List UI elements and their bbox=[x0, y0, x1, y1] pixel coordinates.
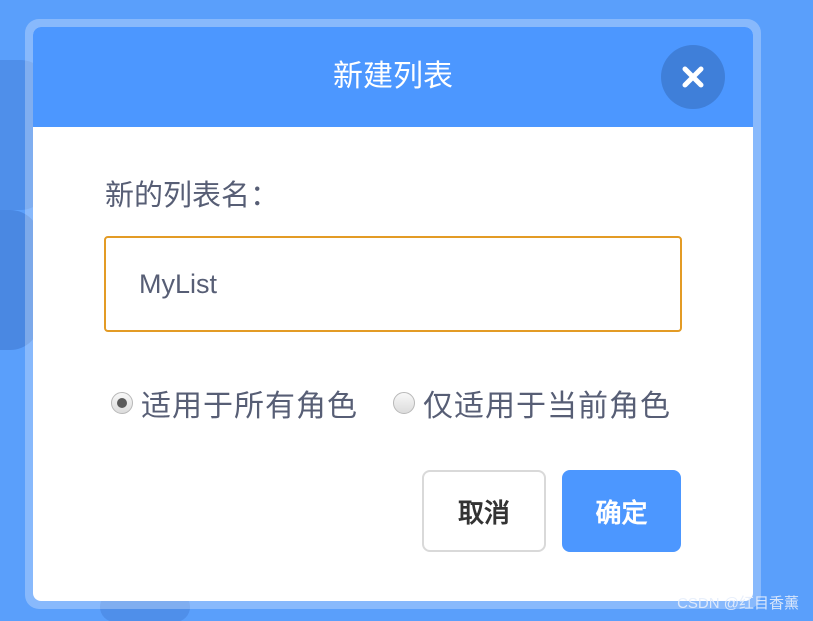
close-button[interactable] bbox=[661, 45, 725, 109]
radio-label-this-sprite: 仅适用于当前角色 bbox=[423, 389, 671, 424]
new-list-dialog: 新建列表 新的列表名： 适用于所有角色 仅适用于当前角色 取消 确定 bbox=[33, 27, 753, 601]
radio-label-all-sprites: 适用于所有角色 bbox=[141, 389, 358, 424]
radio-button-all-sprites[interactable] bbox=[111, 392, 133, 414]
scope-option-this-sprite[interactable]: 仅适用于当前角色 bbox=[393, 382, 671, 424]
ok-button[interactable]: 确定 bbox=[562, 470, 681, 552]
dialog-header: 新建列表 bbox=[33, 27, 753, 127]
scope-option-all-sprites[interactable]: 适用于所有角色 bbox=[111, 382, 358, 424]
watermark: CSDN @红目香薰 bbox=[677, 595, 799, 612]
dialog-title: 新建列表 bbox=[333, 59, 453, 94]
radio-button-this-sprite[interactable] bbox=[393, 392, 415, 414]
list-name-input[interactable] bbox=[104, 236, 682, 332]
cancel-button[interactable]: 取消 bbox=[422, 470, 546, 552]
close-icon bbox=[682, 66, 704, 88]
list-name-label: 新的列表名： bbox=[105, 178, 280, 212]
